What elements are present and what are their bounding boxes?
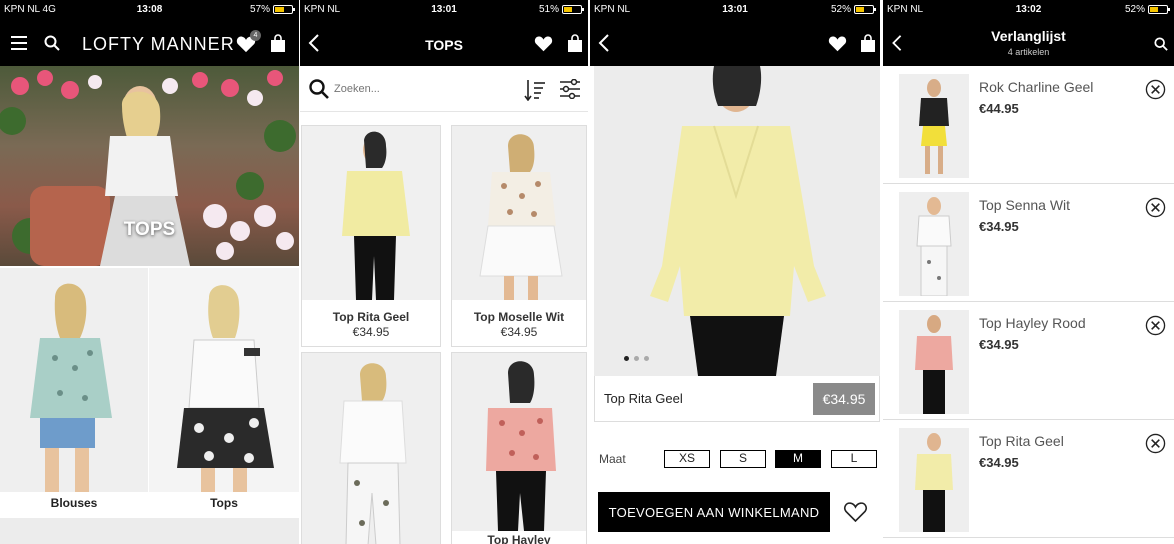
battery-status: 51% [538,4,584,15]
heart-outline-icon[interactable] [843,501,868,523]
size-option-s[interactable]: S [720,450,766,468]
shopping-bag-icon[interactable] [270,34,286,52]
item-price: €34.95 [979,337,1019,352]
battery-icon [854,5,876,14]
status-bar: KPN NL 13:02 52% [883,0,1174,20]
wishlist-item[interactable]: Top Rita Geel €34.95 [883,420,1174,538]
product-image [302,126,440,300]
wishlist-count-badge: 4 [250,30,261,41]
app-header: Verlanglijst 4 artikelen [883,20,1174,66]
add-to-cart-button[interactable]: TOEVOEGEN AAN WINKELMAND [598,492,830,532]
next-row-peek [0,518,299,544]
wishlist-screen: KPN NL 13:02 52% Verlanglijst 4 artikele… [883,0,1174,544]
battery-percent: 52% [1124,4,1145,15]
status-bar: KPN NL 4G 13:08 57% [0,0,299,20]
product-image-carousel[interactable] [594,66,880,376]
page-title: Verlanglijst [991,28,1066,44]
product-image [302,353,440,544]
app-header: TOPS [300,20,588,66]
category-tile-blouses[interactable]: Blouses [0,268,148,516]
home-screen: KPN NL 4G 13:08 57% LOFTY MANNER 4 TOPS … [0,0,299,544]
product-title: Top Rita Geel [604,391,683,406]
item-thumbnail [899,74,969,178]
item-name: Top Senna Wit [979,197,1071,213]
product-card[interactable]: Top Rita Geel €34.95 [301,125,441,347]
battery-percent: 52% [830,4,851,15]
filter-sliders-icon[interactable] [559,79,581,99]
heart-icon[interactable] [534,35,553,52]
remove-item-icon[interactable] [1145,197,1166,218]
category-tile-tops[interactable]: Tops [149,268,299,516]
product-image [452,126,586,300]
search-icon[interactable] [44,35,60,51]
sort-icon[interactable] [524,79,546,101]
item-name: Top Rita Geel [979,433,1064,449]
hero-banner-tops[interactable]: TOPS [0,66,299,266]
battery-percent: 51% [538,4,559,15]
tile-label-tops: Tops [210,496,238,510]
item-thumbnail [899,310,969,414]
tops-image [177,285,274,496]
battery-status: 52% [1124,4,1170,15]
product-name: Top Hayley [487,533,551,544]
battery-status: 57% [249,4,295,15]
product-price: €34.95 [352,325,390,339]
price-badge: €34.95 [813,383,875,415]
product-card[interactable] [301,352,441,544]
back-chevron-icon[interactable] [598,33,610,53]
search-bar [300,66,588,112]
product-detail-screen: KPN NL 13:01 52% Top Rita Geel €34.95 Ma… [590,0,880,544]
item-price: €34.95 [979,219,1019,234]
item-thumbnail [899,428,969,532]
remove-item-icon[interactable] [1145,433,1166,454]
heart-icon[interactable] [828,35,847,52]
item-name: Rok Charline Geel [979,79,1094,95]
status-bar: KPN NL 13:01 51% [300,0,588,20]
brand-logo[interactable]: LOFTY MANNER [82,34,235,55]
app-header: LOFTY MANNER 4 [0,20,299,66]
size-label: Maat [599,452,626,466]
battery-percent: 57% [249,4,270,15]
status-bar: KPN NL 13:01 52% [590,0,880,20]
product-card[interactable]: Top Hayley [451,352,587,544]
size-option-m-selected[interactable]: M [775,450,821,468]
battery-icon [562,5,584,14]
product-price: €34.95 [500,325,538,339]
battery-icon [273,5,295,14]
blouses-image [30,283,112,496]
item-price: €34.95 [979,455,1019,470]
carousel-dots[interactable] [624,356,649,361]
search-icon[interactable] [1154,37,1168,51]
wishlist-item[interactable]: Rok Charline Geel €44.95 [883,66,1174,184]
product-image [452,353,586,531]
item-name: Top Hayley Rood [979,315,1086,331]
remove-item-icon[interactable] [1145,79,1166,100]
size-option-l[interactable]: L [831,450,877,468]
product-card[interactable]: Top Moselle Wit €34.95 [451,125,587,347]
menu-icon[interactable] [11,36,27,50]
search-input[interactable] [334,80,494,98]
item-thumbnail [899,192,969,296]
tile-label-blouses: Blouses [50,496,98,510]
shopping-bag-icon[interactable] [567,34,583,52]
product-image [650,66,826,376]
shopping-bag-icon[interactable] [860,34,876,52]
wishlist-item[interactable]: Top Hayley Rood €34.95 [883,302,1174,420]
remove-item-icon[interactable] [1145,315,1166,336]
item-price: €44.95 [979,101,1019,116]
hero-label: TOPS [123,219,176,240]
battery-status: 52% [830,4,876,15]
size-option-xs[interactable]: XS [664,450,710,468]
item-count: 4 artikelen [1007,47,1050,57]
battery-icon [1148,5,1170,14]
app-header [590,20,880,66]
category-listing-screen: KPN NL 13:01 51% TOPS Zoeken... Top Rita… [300,0,588,544]
product-name: Top Rita Geel [332,310,410,324]
wishlist-item[interactable]: Top Senna Wit €34.95 [883,184,1174,302]
product-info-bar: Top Rita Geel €34.95 [594,376,880,422]
search-icon [309,79,329,99]
product-name: Top Moselle Wit [473,310,565,324]
